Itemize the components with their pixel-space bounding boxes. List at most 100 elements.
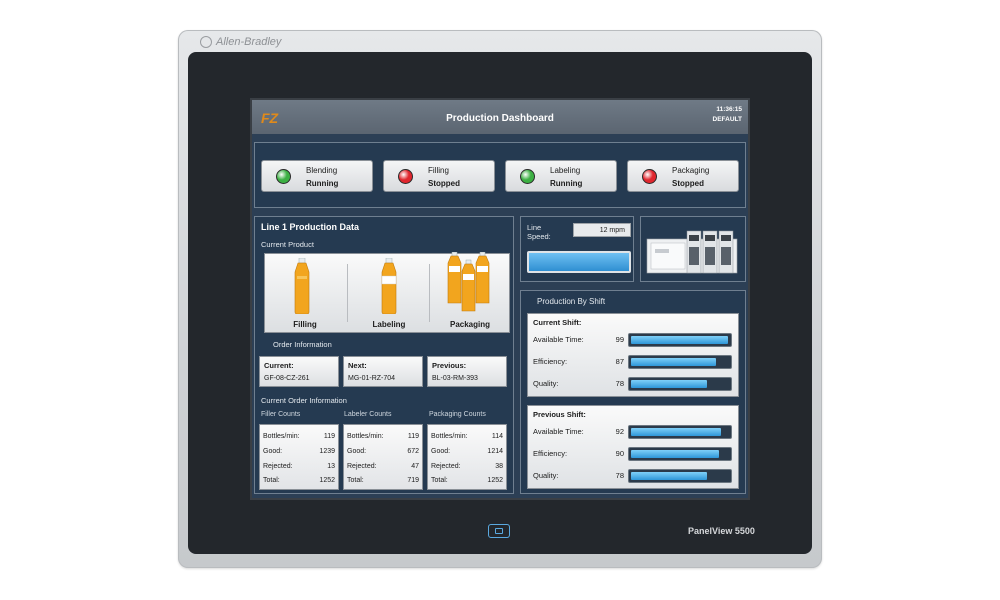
bottle-pack-icon <box>447 252 490 312</box>
status-lamp-icon <box>520 169 535 184</box>
status-name: Blending <box>306 166 338 175</box>
order-value: BL-03-RM-393 <box>432 375 478 382</box>
line-speed-value: 12 mpm <box>573 223 631 237</box>
status-button-labeling[interactable]: Labeling Running <box>505 160 617 192</box>
count-value: 47 <box>411 463 419 470</box>
metric-value: 78 <box>615 379 624 388</box>
clock-time: 11:36:15 <box>716 106 742 113</box>
stage-label-packaging: Packaging <box>449 320 490 329</box>
metric-bar <box>628 355 732 369</box>
status-name: Filling <box>428 166 449 175</box>
status-name: Labeling <box>550 166 581 175</box>
order-value: MG-01-RZ-704 <box>348 375 396 382</box>
home-button-icon[interactable] <box>488 524 510 538</box>
stage-label-filling: Filling <box>293 320 317 329</box>
count-value: 1214 <box>487 448 503 455</box>
labeled-bottle-icon <box>381 258 397 314</box>
count-head-packaging: Packaging Counts <box>429 411 486 418</box>
count-row: Total: 1252 <box>431 477 503 487</box>
status-state: Running <box>550 179 583 188</box>
count-value: 1252 <box>319 477 335 484</box>
metric-label: Available Time: <box>533 427 584 436</box>
packaging-counts-box: Bottles/min: 114 Good: 1214 Rejected: 38 To… <box>427 424 507 490</box>
count-row: Good: 672 <box>347 448 419 458</box>
count-row: Rejected: 38 <box>431 463 503 473</box>
line-speed-label: Line Speed: <box>527 223 551 241</box>
metric-label: Efficiency: <box>533 449 568 458</box>
panel-title: Line 1 Production Data <box>261 222 360 232</box>
line-production-panel: Line 1 Production Data Current Product F… <box>254 216 514 494</box>
count-row: Rejected: 13 <box>263 463 335 473</box>
count-key: Good: <box>431 448 451 455</box>
status-state: Stopped <box>672 179 704 188</box>
count-value: 672 <box>407 448 419 455</box>
filler-counts-box: Bottles/min: 119 Good: 1239 Rejected: 13 To… <box>259 424 339 490</box>
status-button-packaging[interactable]: Packaging Stopped <box>627 160 739 192</box>
count-key: Bottles/min: <box>347 433 384 440</box>
page-title: Production Dashboard <box>446 113 554 124</box>
count-row: Bottles/min: 114 <box>431 433 503 443</box>
count-key: Bottles/min: <box>431 433 468 440</box>
status-lamp-icon <box>398 169 413 184</box>
order-head: Previous: <box>432 361 467 370</box>
shift-panel-title: Production By Shift <box>537 297 606 306</box>
count-key: Rejected: <box>347 463 377 470</box>
plc-controller-icon <box>646 230 738 274</box>
stage-label-labeling: Labeling <box>372 320 406 329</box>
brand-name: Allen-Bradley <box>216 36 282 48</box>
metric-value: 92 <box>615 427 624 436</box>
metric-bar <box>628 377 732 391</box>
title-bar: FZ Production Dashboard 11:36:15 DEFAULT <box>252 100 748 134</box>
count-key: Total: <box>431 477 448 484</box>
metric-bar-fill <box>631 336 729 344</box>
order-previous: Previous: BL-03-RM-393 <box>427 356 507 387</box>
count-row: Good: 1239 <box>263 448 335 458</box>
divider <box>429 264 430 322</box>
count-key: Rejected: <box>431 463 461 470</box>
metric-bar <box>628 425 732 439</box>
status-lamp-icon <box>642 169 657 184</box>
count-key: Rejected: <box>263 463 293 470</box>
count-row: Total: 1252 <box>263 477 335 487</box>
metric-value: 78 <box>615 471 624 480</box>
current-product-box: Filling Labeling Packaging <box>264 252 510 333</box>
metric-bar-fill <box>631 358 717 366</box>
shift-head: Current Shift: <box>533 318 582 327</box>
divider <box>347 264 348 322</box>
count-value: 1252 <box>487 477 503 484</box>
bottle-icon <box>294 258 310 314</box>
line-speed-button[interactable] <box>527 251 631 273</box>
controller-image-panel <box>640 216 746 282</box>
order-head: Next: <box>348 361 367 370</box>
count-value: 1239 <box>319 448 335 455</box>
status-name: Packaging <box>672 166 710 175</box>
count-row: Bottles/min: 119 <box>263 433 335 443</box>
shift-head: Previous Shift: <box>533 410 586 419</box>
order-value: GF-08-CZ-261 <box>264 375 310 382</box>
metric-value: 99 <box>615 335 624 344</box>
metric-bar-fill <box>631 450 720 458</box>
count-key: Total: <box>347 477 364 484</box>
labeler-counts-box: Bottles/min: 119 Good: 672 Rejected: 47 Tot… <box>343 424 423 490</box>
order-current: Current: GF-08-CZ-261 <box>259 356 339 387</box>
count-value: 719 <box>407 477 419 484</box>
metric-bar-fill <box>631 428 722 436</box>
status-lamp-icon <box>276 169 291 184</box>
machine-status-panel: Blending Running Filling Stopped Labelin… <box>254 142 746 208</box>
metric-bar <box>628 447 732 461</box>
metric-label: Efficiency: <box>533 357 568 366</box>
count-head-filler: Filler Counts <box>261 411 301 418</box>
current-product-label: Current Product <box>261 240 314 249</box>
status-button-filling[interactable]: Filling Stopped <box>383 160 495 192</box>
order-information-label: Order Information <box>273 340 332 349</box>
count-key: Bottles/min: <box>263 433 300 440</box>
count-value: 119 <box>323 433 335 440</box>
order-head: Current: <box>264 361 294 370</box>
current-shift-box: Current Shift: Available Time: 99 Effici… <box>527 313 739 397</box>
count-value: 114 <box>491 433 503 440</box>
brand-logo-icon <box>200 36 212 48</box>
count-head-labeler: Labeler Counts <box>344 411 392 418</box>
metric-label: Quality: <box>533 471 559 480</box>
status-button-blending[interactable]: Blending Running <box>261 160 373 192</box>
clock: 11:36:15 DEFAULT <box>713 105 743 125</box>
